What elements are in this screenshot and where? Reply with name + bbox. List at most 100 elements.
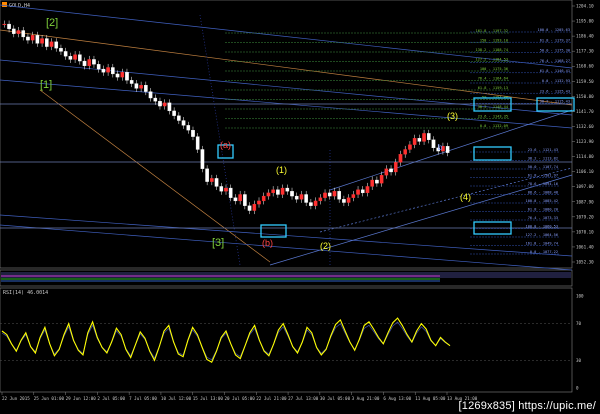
fib-level-label: 50.0 - 1175.30 <box>540 49 570 53</box>
candle-body <box>252 203 257 211</box>
candle-body <box>129 80 134 84</box>
candle-body <box>158 101 162 107</box>
wave-label: (3) <box>447 111 458 121</box>
fib-level-label: 61.8 - 1159.13 <box>478 86 508 90</box>
fib-level-label: 100.0 - 1060.53 <box>526 225 558 229</box>
candle-body <box>280 187 285 195</box>
watermark-text: [1269x835] https://upic.me/ <box>458 400 596 412</box>
candle-body <box>73 54 77 60</box>
candle-body <box>177 115 181 121</box>
candle-body <box>408 144 412 150</box>
candle-body <box>54 41 59 49</box>
time-axis: 22 Jun 2015 25 Jun 01:00 29 Jun 12:00 2 Jul… <box>1 392 478 401</box>
candle-body <box>233 197 238 202</box>
time-tick-label: 6 Aug 13:00 <box>383 396 411 401</box>
fib-level-label: 61.8 - 1101.97 <box>528 174 558 178</box>
candle-body <box>323 192 327 198</box>
symbol-icon <box>2 2 7 7</box>
candle-body <box>63 51 68 57</box>
price-tick-label: 1106.10 <box>576 169 594 174</box>
candle-body <box>35 35 40 44</box>
price-chart-canvas[interactable]: GOLD,H4 161.8 - 1197.32150 - 1193.10138.… <box>0 0 600 414</box>
candle-body <box>181 120 186 126</box>
price-tick-label: 1132.60 <box>576 124 594 129</box>
time-tick-label: 2 Jul 05:00 <box>97 396 125 401</box>
candle-body <box>375 179 379 184</box>
candle-body <box>351 194 356 198</box>
wave-label: b <box>438 143 443 152</box>
candle-body <box>261 195 266 202</box>
candle-body <box>191 130 195 137</box>
fib-level-label: 61.8 - 1080.20 <box>528 208 558 212</box>
strip-band <box>1 272 571 278</box>
fib-level-label: 61.8 - 1179.37 <box>540 38 570 42</box>
candle-body <box>403 149 408 155</box>
wave-label: (b) <box>262 238 273 248</box>
candle-body <box>445 146 450 153</box>
fib-level-label: 38.2 - 1148.44 <box>478 105 508 109</box>
time-tick-label: 25 Jun 01:00 <box>34 396 65 401</box>
price-tick-label: 1052.30 <box>576 260 594 265</box>
candle-body <box>87 59 92 67</box>
candle-body <box>299 194 304 200</box>
candle-body <box>271 189 275 194</box>
price-tick-label: 1079.20 <box>576 214 594 219</box>
fib-level-label: 100 - 1175.36 <box>480 67 508 71</box>
candle-body <box>96 64 101 70</box>
time-tick-label: 22 Jul 21:00 <box>256 396 287 401</box>
time-tick-label: 3 Aug 21:00 <box>352 396 380 401</box>
fib-level-label: 76.4 - 1164.64 <box>478 77 508 81</box>
wave-label: [2] <box>46 17 58 29</box>
candle-body <box>384 168 389 176</box>
fib-level-label: 127.2 - 1064.56 <box>526 233 558 237</box>
candle-body <box>144 85 148 92</box>
wave-label: (4) <box>460 192 471 202</box>
candle-body <box>224 187 228 192</box>
candle-body <box>327 192 332 197</box>
fib-level-label: 38.2 - 1113.82 <box>528 157 558 161</box>
fib-level-label: 38.2 - 1115.43 <box>540 100 570 104</box>
time-tick-label: 11 Aug 05:00 <box>415 396 446 401</box>
rsi-tick-label: 70 <box>576 321 582 326</box>
candle-body <box>214 178 219 187</box>
time-tick-label: 15 Jul 13:00 <box>193 396 224 401</box>
candle-body <box>422 133 426 142</box>
candle-body <box>332 191 337 197</box>
candle-body <box>313 200 318 206</box>
wave-label: (2) <box>320 241 331 251</box>
price-tick-label: 1195.00 <box>576 19 594 24</box>
rsi-axis: 100 70 30 0 <box>576 294 584 391</box>
price-tick-label: 1123.90 <box>576 139 594 144</box>
price-tick-label: 1114.80 <box>576 154 594 159</box>
time-tick-label: 20 Jul 05:00 <box>225 396 256 401</box>
candle-body <box>243 194 247 206</box>
price-tick-label: 1141.70 <box>576 109 594 114</box>
price-tick-label: 1177.30 <box>576 49 594 54</box>
wave-label: [3] <box>212 237 224 249</box>
time-tick-label: 10 Jul 12:00 <box>161 396 192 401</box>
chart-window: GOLD,H4 161.8 - 1197.32 150 - 1193.10 138.… <box>0 0 600 414</box>
wave-label: [1] <box>40 79 52 91</box>
candle-body <box>115 73 120 78</box>
candle-body <box>82 60 87 67</box>
candle-body <box>426 133 431 140</box>
candle-body <box>7 23 11 30</box>
candle-body <box>120 72 125 78</box>
candle-body <box>389 168 393 173</box>
fib-level-label: 100.0 - 1205.63 <box>538 28 570 32</box>
fib-level-label: 76.4 - 1073.33 <box>528 216 558 220</box>
rsi-label: RSI(14) 46.0014 <box>3 290 48 296</box>
candle-body <box>412 138 417 145</box>
candle-body <box>101 68 106 73</box>
price-tick-label: 1087.90 <box>576 199 594 204</box>
candle-body <box>379 175 384 184</box>
candle-body <box>49 41 54 47</box>
fib-level-label: 88.6 - 1088.48 <box>528 191 558 195</box>
price-tick-label: 1168.60 <box>576 64 594 69</box>
candle-body <box>2 23 7 26</box>
candle-body <box>148 91 153 99</box>
rsi-tick-label: 30 <box>576 358 582 363</box>
time-tick-label: 22 Jun 2015 <box>2 396 30 401</box>
candle-body <box>44 38 49 47</box>
fib-level-label: 23.6 - 1121.43 <box>528 148 558 152</box>
